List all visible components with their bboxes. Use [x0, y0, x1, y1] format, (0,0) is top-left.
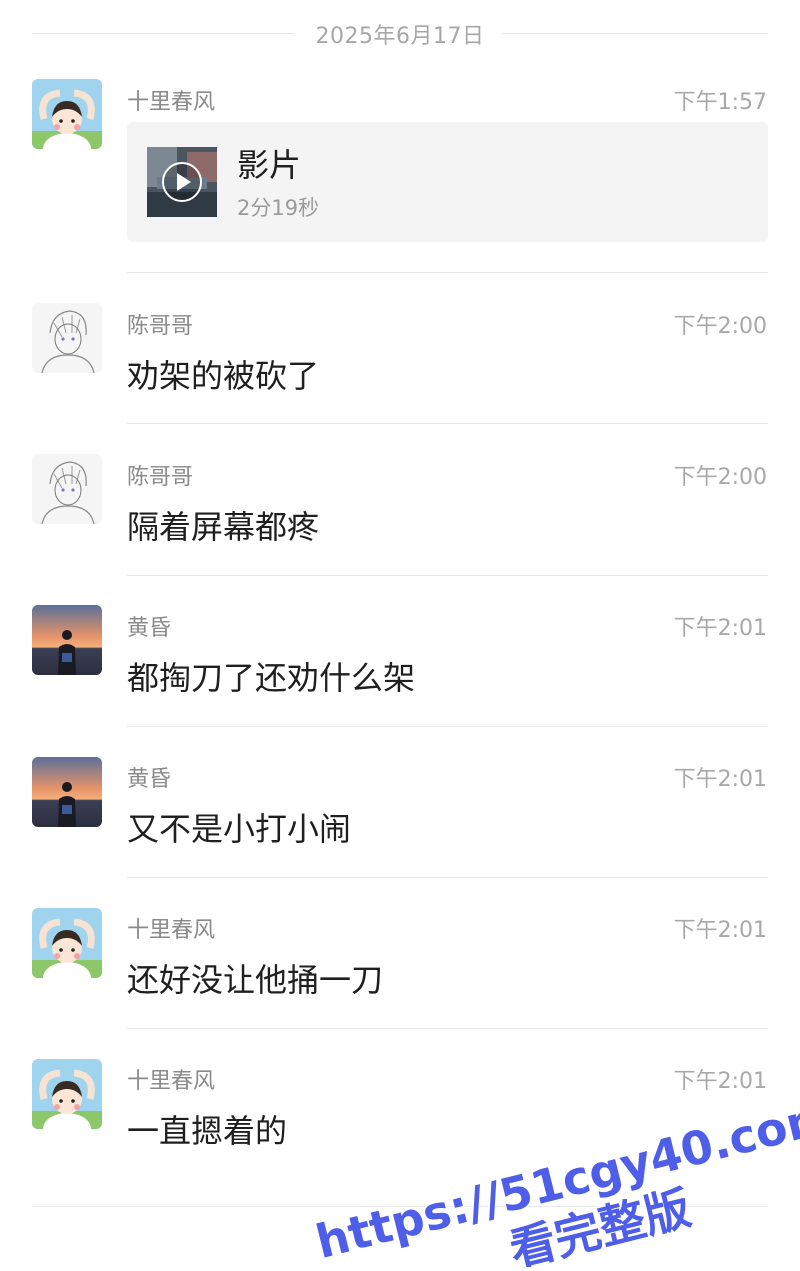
- message-text: 隔着屏幕都疼: [127, 508, 320, 546]
- avatar[interactable]: [32, 303, 102, 373]
- message-time: 下午2:01: [673, 767, 767, 792]
- play-icon: [162, 162, 202, 202]
- avatar[interactable]: [32, 908, 102, 978]
- message-text: 又不是小打小闹: [127, 810, 352, 848]
- video-duration: 2分19秒: [237, 196, 320, 220]
- message-text: 劝架的被砍了: [127, 357, 320, 395]
- date-label: 2025年6月17日: [315, 24, 485, 49]
- message-time: 下午2:01: [673, 616, 767, 641]
- message-text: 都掏刀了还劝什么架: [127, 659, 416, 697]
- divider: [127, 1028, 768, 1029]
- avatar[interactable]: [32, 757, 102, 827]
- message-text: 一直摁着的: [127, 1112, 288, 1150]
- divider: [127, 726, 768, 727]
- sender-name: 十里春风: [127, 918, 216, 943]
- divider: [127, 575, 768, 576]
- watermark-url: https://51cgy40.com: [311, 1088, 800, 1267]
- avatar[interactable]: [32, 79, 102, 149]
- avatar[interactable]: [32, 1059, 102, 1129]
- sender-name: 陈哥哥: [127, 314, 194, 339]
- avatar[interactable]: [32, 605, 102, 675]
- divider: [127, 423, 768, 424]
- sender-name: 陈哥哥: [127, 465, 194, 490]
- video-title: 影片: [237, 146, 302, 184]
- divider: [127, 877, 768, 878]
- message-time: 下午2:01: [673, 1069, 767, 1094]
- message-time: 下午2:00: [673, 314, 767, 339]
- divider: [502, 33, 768, 34]
- video-message-card[interactable]: 影片 2分19秒: [127, 122, 768, 242]
- message-time: 下午2:00: [673, 465, 767, 490]
- watermark-caption: 看完整版: [504, 1180, 696, 1267]
- sender-name: 黄昏: [127, 616, 172, 641]
- date-separator: 2025年6月17日: [32, 14, 768, 54]
- video-thumbnail: [147, 147, 217, 217]
- sender-name: 十里春风: [127, 1069, 216, 1094]
- avatar[interactable]: [32, 454, 102, 524]
- divider: [127, 272, 768, 273]
- divider: [32, 1206, 768, 1207]
- sender-name: 黄昏: [127, 767, 172, 792]
- message-time: 下午2:01: [673, 918, 767, 943]
- sender-name: 十里春风: [127, 90, 216, 115]
- message-time: 下午1:57: [673, 90, 767, 115]
- message-text: 还好没让他捅一刀: [127, 961, 384, 999]
